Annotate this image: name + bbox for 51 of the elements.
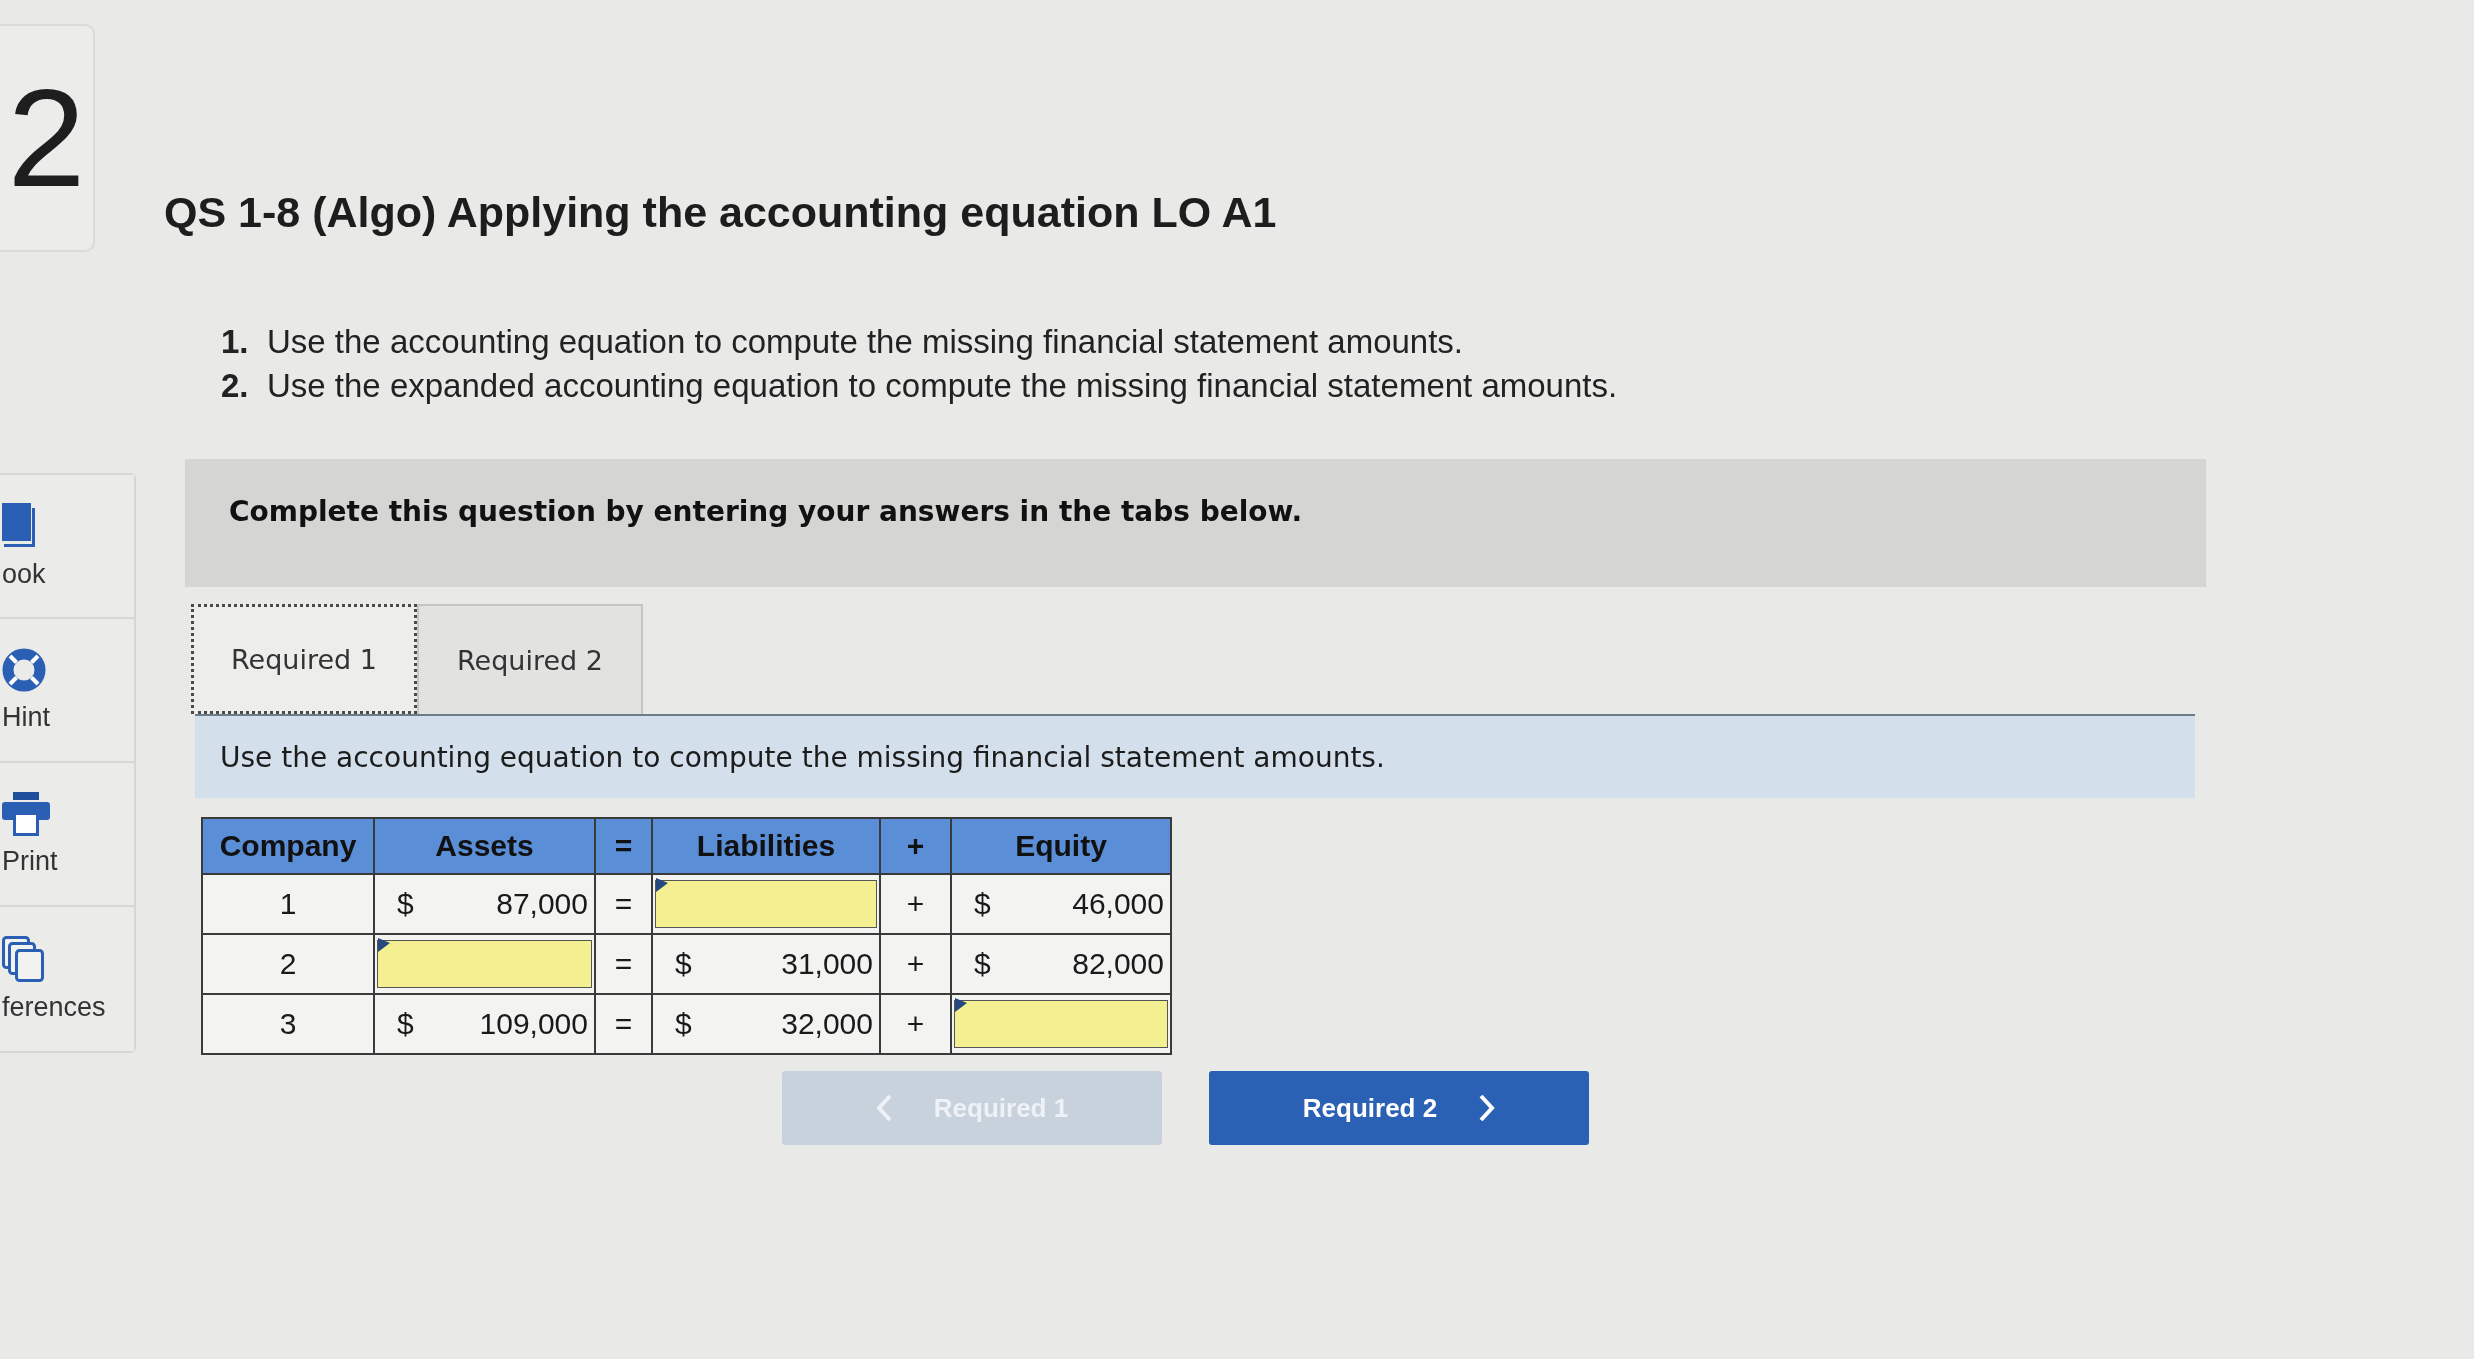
- amount-text: 87,000: [496, 887, 588, 921]
- step-number: 1.: [221, 322, 250, 362]
- amount-text: 31,000: [781, 947, 873, 981]
- amount-text: 46,000: [1072, 887, 1164, 921]
- answer-field[interactable]: [377, 940, 592, 988]
- copies-icon: [2, 935, 44, 982]
- currency-symbol: $: [675, 947, 692, 981]
- corner-marker-icon: [955, 998, 967, 1012]
- instruction-banner: Complete this question by entering your answers in the tabs below.: [185, 459, 2206, 587]
- answer-field[interactable]: [655, 880, 877, 928]
- chevron-right-icon: [1479, 1094, 1496, 1122]
- amount-text: 109,000: [479, 1007, 588, 1041]
- tab[interactable]: Required 1: [191, 604, 417, 714]
- column-header: Liabilities: [652, 818, 880, 874]
- table-cell: +: [880, 874, 951, 934]
- table-cell: 2: [202, 934, 374, 994]
- table-cell: 1: [202, 874, 374, 934]
- currency-symbol: $: [974, 947, 991, 981]
- tab[interactable]: Required 2: [417, 604, 643, 714]
- chevron-left-icon: [875, 1094, 892, 1122]
- corner-marker-icon: [378, 938, 390, 952]
- column-header: Assets: [374, 818, 595, 874]
- amount-text: 32,000: [781, 1007, 873, 1041]
- next-button[interactable]: Required 2: [1209, 1071, 1589, 1145]
- corner-marker-icon: [656, 878, 668, 892]
- answer-field[interactable]: [954, 1000, 1168, 1048]
- question-title: QS 1-8 (Algo) Applying the accounting equation LO A1: [164, 187, 1278, 238]
- table-cell: +: [880, 994, 951, 1054]
- step-text: Use the expanded accounting equation to compute the missing financial statement amounts.: [267, 366, 1618, 406]
- book-icon: [2, 502, 36, 549]
- table-cell: =: [595, 934, 652, 994]
- table-cell: =: [595, 994, 652, 1054]
- column-header: Equity: [951, 818, 1171, 874]
- lifebuoy-icon: [2, 647, 46, 692]
- currency-symbol: $: [397, 887, 414, 921]
- table-cell: 3: [202, 994, 374, 1054]
- column-header: =: [595, 818, 652, 874]
- sidebar-item[interactable]: ook: [0, 475, 134, 619]
- amount-text: 82,000: [1072, 947, 1164, 981]
- table-cell: +: [880, 934, 951, 994]
- step-text: Use the accounting equation to compute the missing financial statement amounts.: [267, 322, 1464, 362]
- question-number: 2: [0, 24, 95, 252]
- table-cell: =: [595, 874, 652, 934]
- step-number: 2.: [221, 366, 250, 406]
- column-header: Company: [202, 818, 374, 874]
- column-header: +: [880, 818, 951, 874]
- printer-icon: [2, 791, 50, 836]
- currency-symbol: $: [974, 887, 991, 921]
- currency-symbol: $: [675, 1007, 692, 1041]
- currency-symbol: $: [397, 1007, 414, 1041]
- tab-instruction: Use the accounting equation to compute the missing financial statement amounts.: [195, 714, 2195, 798]
